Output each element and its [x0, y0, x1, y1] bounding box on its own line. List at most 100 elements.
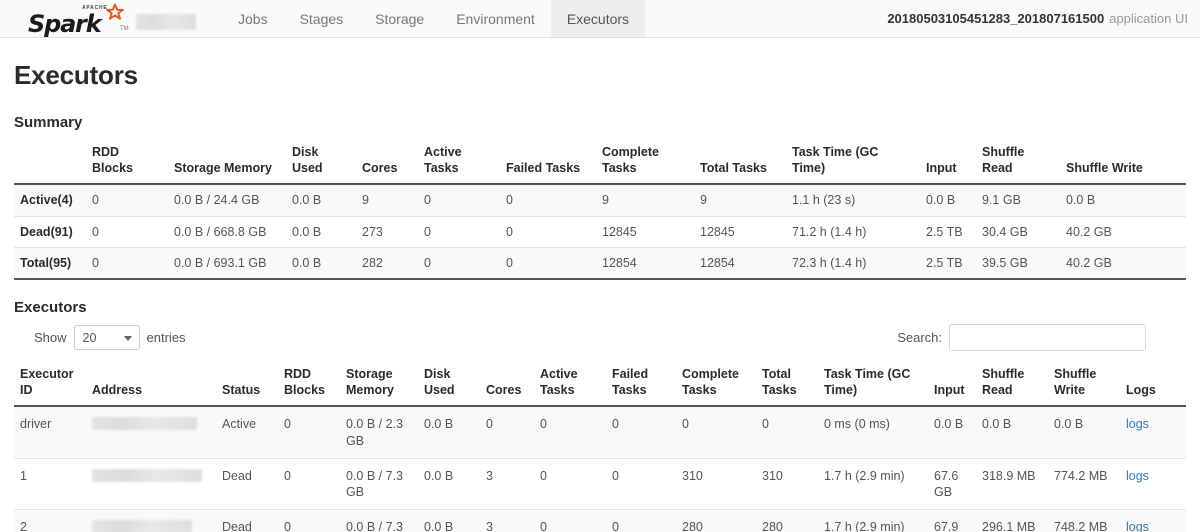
summary-cell-complete-tasks: 9: [596, 184, 694, 216]
spark-logo-icon[interactable]: APACHE Spark TM: [28, 4, 128, 34]
cell-input: 67.9 GB: [928, 510, 976, 532]
summary-cell-cores: 273: [356, 216, 418, 247]
executors-col-active-tasks[interactable]: Active Tasks: [534, 363, 606, 406]
executors-col-total-tasks[interactable]: Total Tasks: [756, 363, 818, 406]
summary-header-row: RDD Blocks Storage Memory Disk Used Core…: [14, 141, 1186, 184]
executors-col-storage-memory[interactable]: Storage Memory: [340, 363, 418, 406]
page-length-control: Show 20 entries: [14, 325, 186, 350]
summary-cell-input: 2.5 TB: [920, 247, 976, 279]
cell-failed-tasks: 0: [606, 406, 676, 458]
summary-cell-total-tasks: 12854: [694, 247, 786, 279]
cell-storage-memory: 0.0 B / 2.3 GB: [340, 406, 418, 458]
cell-task-time: 1.7 h (2.9 min): [818, 458, 928, 510]
nav-tab-environment[interactable]: Environment: [440, 0, 551, 37]
nav-tab-executors[interactable]: Executors: [551, 0, 645, 37]
cell-task-time: 1.7 h (2.9 min): [818, 510, 928, 532]
summary-cell-active-tasks: 0: [418, 216, 500, 247]
nav-tab-storage[interactable]: Storage: [359, 0, 440, 37]
cell-disk-used: 0.0 B: [418, 406, 480, 458]
cell-logs: logs: [1120, 458, 1186, 510]
summary-col-input: Input: [920, 141, 976, 184]
navbar: APACHE Spark TM Jobs Stages Storage Envi…: [0, 0, 1200, 38]
summary-cell-rdd-blocks: 0: [86, 216, 168, 247]
executors-col-address[interactable]: Address: [86, 363, 216, 406]
summary-row-active: Active(4) 0 0.0 B / 24.4 GB 0.0 B 9 0 0 …: [14, 184, 1186, 216]
executors-col-status[interactable]: Status: [216, 363, 278, 406]
summary-cell-cores: 9: [356, 184, 418, 216]
summary-col-disk-used: Disk Used: [286, 141, 356, 184]
cell-active-tasks: 0: [534, 458, 606, 510]
summary-row-total: Total(95) 0 0.0 B / 693.1 GB 0.0 B 282 0…: [14, 247, 1186, 279]
executors-col-cores[interactable]: Cores: [480, 363, 534, 406]
cell-address: [86, 510, 216, 532]
executors-col-complete-tasks[interactable]: Complete Tasks: [676, 363, 756, 406]
search-label: Search:: [897, 330, 942, 345]
summary-row-label: Active(4): [14, 184, 86, 216]
summary-cell-shuffle-write: 0.0 B: [1060, 184, 1186, 216]
cell-storage-memory: 0.0 B / 7.3 GB: [340, 458, 418, 510]
nav-tab-jobs[interactable]: Jobs: [222, 0, 284, 37]
cell-logs: logs: [1120, 406, 1186, 458]
logs-link[interactable]: logs: [1126, 469, 1149, 483]
cell-executor-id: driver: [14, 406, 86, 458]
cell-cores: 3: [480, 458, 534, 510]
executors-col-task-time[interactable]: Task Time (GC Time): [818, 363, 928, 406]
executors-table: Executor ID Address Status RDD Blocks St…: [14, 363, 1186, 532]
summary-row-label: Total(95): [14, 247, 86, 279]
cell-shuffle-read: 318.9 MB: [976, 458, 1048, 510]
cell-total-tasks: 280: [756, 510, 818, 532]
nav-tab-stages[interactable]: Stages: [284, 0, 360, 37]
show-label: Show: [34, 330, 67, 345]
summary-cell-disk-used: 0.0 B: [286, 184, 356, 216]
cell-input: 0.0 B: [928, 406, 976, 458]
cell-disk-used: 0.0 B: [418, 458, 480, 510]
cell-complete-tasks: 310: [676, 458, 756, 510]
cell-shuffle-read: 296.1 MB: [976, 510, 1048, 532]
table-row: 1 Dead 0 0.0 B / 7.3 GB 0.0 B 3 0 0 310 …: [14, 458, 1186, 510]
summary-col-shuffle-write: Shuffle Write: [1060, 141, 1186, 184]
summary-cell-storage-memory: 0.0 B / 24.4 GB: [168, 184, 286, 216]
executors-col-disk-used[interactable]: Disk Used: [418, 363, 480, 406]
cell-shuffle-read: 0.0 B: [976, 406, 1048, 458]
summary-cell-shuffle-write: 40.2 GB: [1060, 216, 1186, 247]
executors-col-rdd-blocks[interactable]: RDD Blocks: [278, 363, 340, 406]
cell-complete-tasks: 0: [676, 406, 756, 458]
address-redacted: [92, 520, 192, 532]
page-length-select[interactable]: 20: [74, 325, 140, 350]
cell-disk-used: 0.0 B: [418, 510, 480, 532]
datatable-controls: Show 20 entries Search:: [14, 324, 1186, 351]
cell-shuffle-write: 774.2 MB: [1048, 458, 1120, 510]
search-input[interactable]: [949, 324, 1146, 351]
summary-cell-complete-tasks: 12854: [596, 247, 694, 279]
summary-col-complete-tasks: Complete Tasks: [596, 141, 694, 184]
executors-col-logs[interactable]: Logs: [1120, 363, 1186, 406]
table-row: 2 Dead 0 0.0 B / 7.3 GB 0.0 B 3 0 0 280 …: [14, 510, 1186, 532]
executors-table-body: driver Active 0 0.0 B / 2.3 GB 0.0 B 0 0…: [14, 406, 1186, 532]
summary-cell-active-tasks: 0: [418, 247, 500, 279]
cell-rdd-blocks: 0: [278, 510, 340, 532]
summary-cell-failed-tasks: 0: [500, 216, 596, 247]
cell-logs: logs: [1120, 510, 1186, 532]
brand[interactable]: APACHE Spark TM: [0, 0, 200, 37]
spark-star-icon: [104, 3, 126, 25]
executors-col-shuffle-write[interactable]: Shuffle Write: [1048, 363, 1120, 406]
cell-task-time: 0 ms (0 ms): [818, 406, 928, 458]
logs-link[interactable]: logs: [1126, 520, 1149, 532]
executors-col-shuffle-read[interactable]: Shuffle Read: [976, 363, 1048, 406]
cell-input: 67.6 GB: [928, 458, 976, 510]
executors-col-executor-id[interactable]: Executor ID: [14, 363, 86, 406]
cell-rdd-blocks: 0: [278, 406, 340, 458]
page-length-value: 20: [83, 331, 97, 345]
summary-cell-shuffle-write: 40.2 GB: [1060, 247, 1186, 279]
executors-section-title: Executors: [14, 299, 1186, 316]
cell-executor-id: 1: [14, 458, 86, 510]
search-control: Search:: [897, 324, 1186, 351]
cell-storage-memory: 0.0 B / 7.3 GB: [340, 510, 418, 532]
executors-col-input[interactable]: Input: [928, 363, 976, 406]
summary-cell-shuffle-read: 30.4 GB: [976, 216, 1060, 247]
executors-header-row: Executor ID Address Status RDD Blocks St…: [14, 363, 1186, 406]
executors-col-failed-tasks[interactable]: Failed Tasks: [606, 363, 676, 406]
logs-link[interactable]: logs: [1126, 417, 1149, 431]
cell-executor-id: 2: [14, 510, 86, 532]
app-title: 20180503105451283_201807161500 applicati…: [887, 0, 1200, 37]
